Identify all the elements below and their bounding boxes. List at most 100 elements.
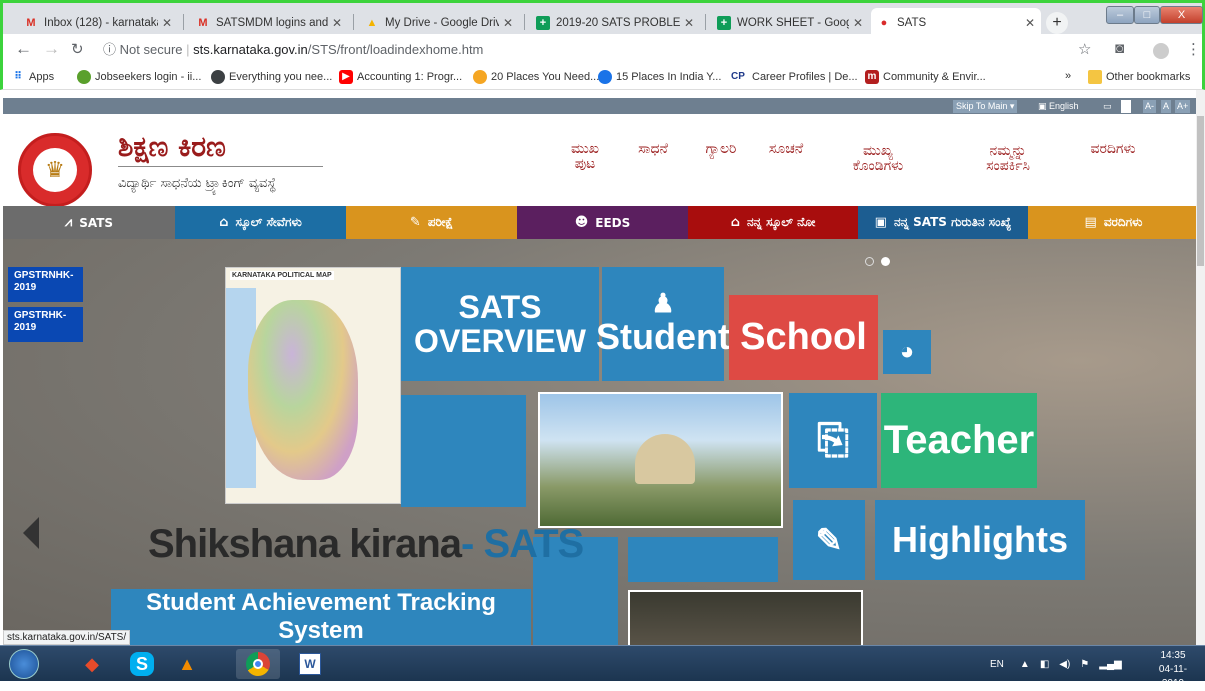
camera-icon[interactable]: ◙: [1115, 40, 1124, 57]
site-header: ♛ ಶಿಕ್ಷಣ ಕಿರಣ ವಿದ್ಯಾರ್ಥಿ ಸಾಧನೆಯ ಟ್ರ್ಯಾಕಿ…: [3, 114, 1199, 207]
bookmark-label: Career Profiles | De...: [752, 71, 858, 83]
minimize-button[interactable]: –: [1106, 6, 1134, 24]
google-sheets-icon: +: [717, 16, 731, 30]
tab-inbox[interactable]: M Inbox (128) - karnatakas ✕: [18, 9, 178, 37]
tile-sats-overview[interactable]: SATS OVERVIEW: [401, 267, 599, 381]
profile-icon[interactable]: [1153, 43, 1169, 59]
tile-presentation[interactable]: ⎘: [789, 393, 877, 488]
device-icon[interactable]: ◧: [1040, 659, 1049, 670]
language-select[interactable]: ▣ English: [1036, 100, 1081, 113]
main-menu: ⩘ SATS ⌂ ಸ್ಕೂಲ್ ಸೇವೆಗಳು ✎ ಪರೀಕ್ಷೆ ☻ EEDS ⌂ ನನ…: [3, 206, 1199, 239]
nav-achievement[interactable]: ಸಾಧನೆ: [628, 142, 678, 157]
nav-gallery[interactable]: ಗ್ಯಾಲರಿ: [696, 142, 746, 157]
tab-sats-active[interactable]: ● SATS ✕: [871, 8, 1041, 37]
tab-satsmdm[interactable]: M SATSMDM logins and M ✕: [190, 9, 348, 37]
close-icon[interactable]: ✕: [162, 16, 172, 30]
close-window-button[interactable]: X: [1160, 6, 1203, 24]
tab-strip: M Inbox (128) - karnatakas ✕ M SATSMDM l…: [0, 0, 1205, 37]
bookmark-15places[interactable]: 15 Places In India Y...: [598, 70, 721, 84]
karnataka-political-map[interactable]: KARNATAKA POLITICAL MAP: [225, 267, 401, 504]
tab-label: WORK SHEET - Google S: [737, 17, 849, 29]
jobseekers-icon: [77, 70, 91, 84]
tab-label: SATSMDM logins and M: [216, 17, 328, 29]
address-bar[interactable]: ⓘ Not secure | sts.karnataka.gov.in/STS/…: [103, 38, 1053, 62]
side-button-gpstrhk[interactable]: GPSTRHK- 2019: [8, 307, 83, 342]
font-decrease-button[interactable]: A-: [1143, 100, 1156, 113]
language-indicator[interactable]: EN: [990, 659, 1004, 670]
info-icon[interactable]: ⓘ: [103, 42, 116, 57]
network-signal-icon[interactable]: ▂▄▆: [1099, 659, 1121, 670]
tile-student[interactable]: ♟ Student: [596, 267, 730, 381]
font-increase-button[interactable]: A+: [1175, 100, 1191, 113]
tab-drive[interactable]: ▲ My Drive - Google Drive ✕: [359, 9, 519, 37]
menu-eeds[interactable]: ☻ EEDS: [517, 206, 688, 239]
maximize-button[interactable]: □: [1134, 6, 1160, 24]
site-title[interactable]: ಶಿಕ್ಷಣ ಕಿರಣ: [118, 130, 226, 164]
tab-sats-problem[interactable]: + 2019-20 SATS PROBLEM ✕: [530, 9, 700, 37]
nav-important-links[interactable]: ಮುಖ್ಯ ಕೊಂಡಿಗಳು: [838, 144, 918, 174]
slider-prev-arrow-icon[interactable]: [23, 517, 39, 549]
bookmark-jobseekers[interactable]: Jobseekers login - ii...: [77, 70, 201, 84]
system-tray: EN ▲ ◧ ◀) ⚑ ▂▄▆: [990, 646, 1122, 682]
skip-to-main-select[interactable]: Skip To Main ▾: [953, 100, 1018, 113]
browser-toolbar: ← → ↻ ⓘ Not secure | sts.karnataka.gov.i…: [0, 34, 1205, 66]
font-normal-button[interactable]: A: [1161, 100, 1172, 113]
tray-expand-icon[interactable]: ▲: [1020, 659, 1030, 670]
media-player-icon[interactable]: ◆: [70, 649, 114, 679]
close-icon[interactable]: ✕: [332, 16, 342, 30]
skype-icon[interactable]: S: [120, 649, 164, 679]
contrast-icon[interactable]: [1121, 100, 1131, 113]
bookmark-accounting[interactable]: ▶ Accounting 1: Progr...: [339, 70, 462, 84]
menu-exam[interactable]: ✎ ಪರೀಕ್ಷೆ: [346, 206, 517, 239]
nav-contact-us[interactable]: ನಮ್ಮನ್ನು ಸಂಪರ್ಕಿಸಿ: [968, 144, 1048, 174]
other-bookmarks[interactable]: Other bookmarks: [1088, 70, 1190, 84]
menu-icon[interactable]: ⋮: [1186, 40, 1201, 58]
nav-notice[interactable]: ಸೂಚನೆ: [761, 142, 811, 157]
bookmark-community[interactable]: m Community & Envir...: [865, 70, 986, 84]
nav-home[interactable]: ಮುಖ ಪುಟ: [565, 142, 605, 172]
windows-start-button[interactable]: [2, 646, 46, 682]
bookmark-apps[interactable]: ⠿ Apps: [11, 70, 54, 84]
bookmark-overflow[interactable]: »: [1065, 70, 1071, 82]
screen-reader-icon[interactable]: ▭: [1103, 100, 1112, 113]
bookmark-career[interactable]: CP Career Profiles | De...: [728, 70, 858, 84]
tile-globe[interactable]: ◕: [883, 330, 931, 374]
close-icon[interactable]: ✕: [853, 16, 863, 30]
slider-dot-active[interactable]: [881, 257, 890, 266]
tile-highlights[interactable]: Highlights: [875, 500, 1085, 580]
chrome-taskbar-icon[interactable]: [236, 649, 280, 679]
menu-sats[interactable]: ⩘ SATS: [3, 206, 175, 239]
clock[interactable]: 14:35 04-11-2019: [1148, 649, 1198, 691]
nav-reports[interactable]: ವರದಿಗಳು: [1078, 142, 1148, 157]
government-of-karnataka-logo[interactable]: ♛: [18, 133, 92, 207]
tab-worksheet[interactable]: + WORK SHEET - Google S ✕: [711, 9, 869, 37]
bookmark-20places[interactable]: 20 Places You Need...: [473, 70, 599, 84]
close-icon[interactable]: ✕: [503, 16, 513, 30]
menu-reports[interactable]: ▤ ವರದಿಗಳು: [1028, 206, 1199, 239]
site-subtitle: ವಿದ್ಯಾರ್ಥಿ ಸಾಧನೆಯ ಟ್ರ್ಯಾಕಿಂಗ್ ವ್ಯವಸ್ಥೆ: [118, 176, 277, 191]
tile-edit[interactable]: ✎: [793, 500, 865, 580]
menu-school-services[interactable]: ⌂ ಸ್ಕೂಲ್ ಸೇವೆಗಳು: [175, 206, 346, 239]
close-icon[interactable]: ✕: [1025, 16, 1035, 30]
back-icon[interactable]: ←: [15, 39, 32, 59]
tile-school[interactable]: School: [729, 295, 878, 380]
travel-icon: [598, 70, 612, 84]
side-button-gpstrnhk[interactable]: GPSTRNHK- 2019: [8, 267, 83, 302]
star-icon[interactable]: ☆: [1078, 40, 1091, 58]
community-icon: m: [865, 70, 879, 84]
volume-icon[interactable]: ◀): [1059, 659, 1070, 670]
menu-my-sats-id[interactable]: ▣ ನನ್ನ SATS ಗುರುತಿನ ಸಂಖ್ಯೆ: [858, 206, 1028, 239]
menu-my-school[interactable]: ⌂ ನನ್ನ ಸ್ಕೂಲ್ ನೋ: [688, 206, 858, 239]
reload-icon[interactable]: ↻: [71, 40, 84, 58]
flag-icon[interactable]: ⚑: [1080, 659, 1089, 670]
page-scrollbar[interactable]: [1196, 90, 1205, 645]
slider-dot[interactable]: [865, 257, 874, 266]
close-icon[interactable]: ✕: [684, 16, 694, 30]
forward-icon[interactable]: →: [43, 39, 60, 59]
new-tab-button[interactable]: +: [1046, 12, 1068, 34]
vlc-icon[interactable]: ▲: [165, 649, 209, 679]
scrollbar-thumb[interactable]: [1197, 116, 1204, 266]
tile-teacher[interactable]: Teacher: [881, 393, 1037, 488]
word-icon[interactable]: W: [288, 649, 332, 679]
bookmark-everything[interactable]: Everything you nee...: [211, 70, 332, 84]
